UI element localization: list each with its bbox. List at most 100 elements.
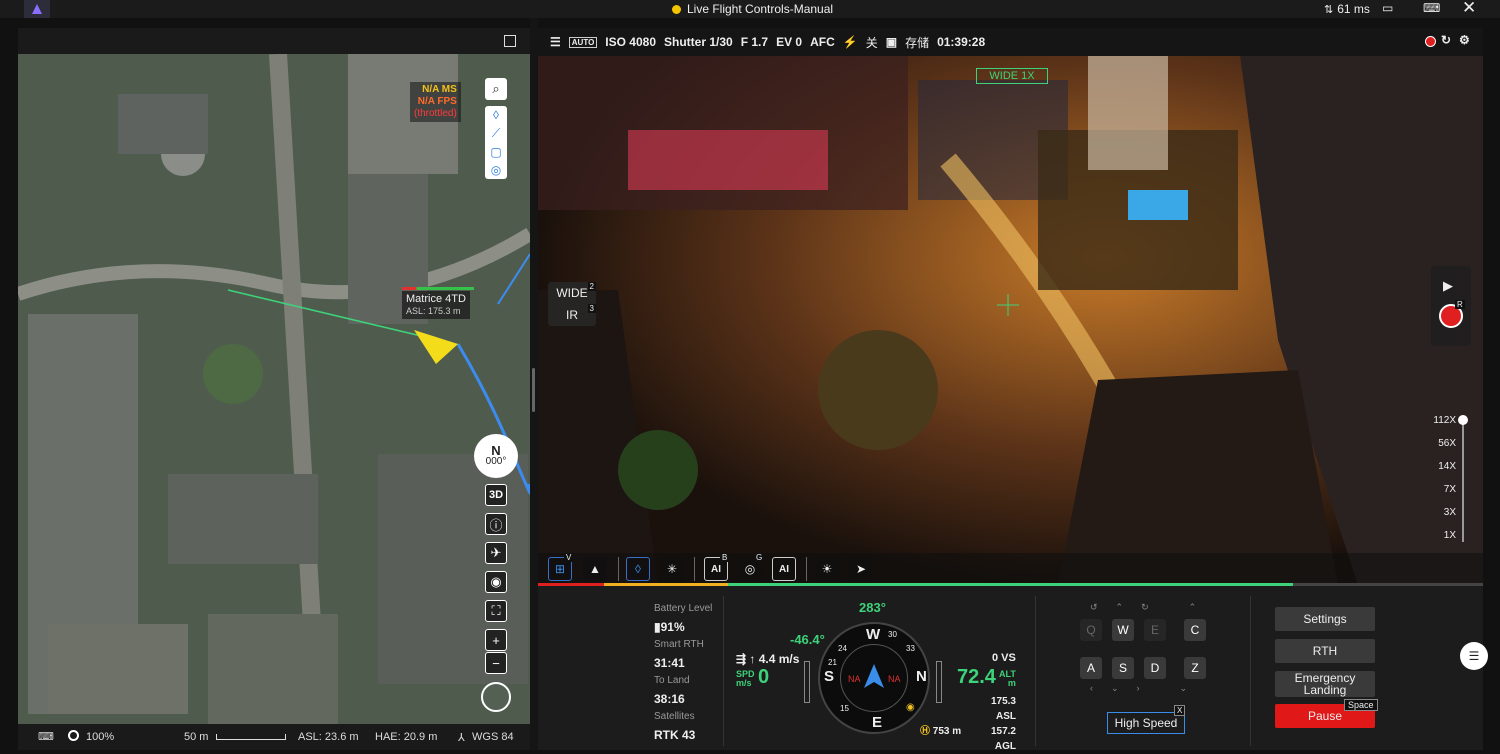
video-mode-icon[interactable]: ▶ <box>1443 278 1453 294</box>
map-fit-button[interactable]: ⛶ <box>485 600 507 622</box>
compass-s: S <box>824 668 835 685</box>
lens-selector: WIDE 2 IR 3 <box>548 282 596 326</box>
key-s[interactable]: S <box>1112 657 1134 679</box>
to-land-label: To Land <box>654 675 690 686</box>
gimbal-pitch: -46.4° <box>790 632 825 647</box>
sync-button[interactable]: ✳ <box>660 557 684 581</box>
settings-button[interactable]: Settings <box>1275 607 1375 631</box>
key-a[interactable]: A <box>1080 657 1102 679</box>
auto-mode[interactable]: AUTO <box>568 36 598 48</box>
map-3d-button[interactable]: 3D <box>485 484 507 506</box>
key-c[interactable]: C <box>1184 619 1206 641</box>
zoom-thumb[interactable] <box>1458 415 1468 425</box>
flash-icon[interactable]: ⚡ <box>843 35 858 49</box>
polygon-icon[interactable]: ▢ <box>490 145 501 159</box>
zoom-56x[interactable]: 56X <box>1426 438 1456 449</box>
home-distance: Ⓗ 753 m <box>920 722 961 737</box>
title-bar: Live Flight Controls-Manual ⇅ 61 ms ▭ ⌨ … <box>0 0 1500 18</box>
key-q[interactable]: Q <box>1080 619 1102 641</box>
gear-icon[interactable]: ⚙ <box>1459 33 1470 47</box>
map-search-button[interactable]: ⌕ <box>485 78 507 100</box>
satellite-map <box>18 54 530 724</box>
key-d[interactable]: D <box>1144 657 1166 679</box>
map-overlay-button[interactable]: ▲ <box>583 557 607 581</box>
map-compass[interactable]: N 000° <box>474 434 518 478</box>
lens-wide-button[interactable]: WIDE 2 <box>548 282 596 304</box>
aircraft-name: Matrice 4TD <box>406 293 466 305</box>
map-zoom-in-button[interactable]: + <box>485 629 507 651</box>
lens-ir-label: IR <box>566 308 578 322</box>
telemetry-panel: Battery Level ▮91% Smart RTH 31:41 To La… <box>538 586 1483 752</box>
refresh-icon[interactable]: ↻ <box>1441 33 1451 47</box>
map-status-bar: ⌨ 100% 50 m ASL: 23.6 m HAE: 20.9 m ⅄ WG… <box>18 724 530 750</box>
emergency-landing-button[interactable]: Emergency Landing <box>1275 671 1375 697</box>
compass-21: 21 <box>828 658 837 667</box>
opacity-icon[interactable] <box>68 730 79 741</box>
zoom-1x[interactable]: 1X <box>1426 530 1456 541</box>
record-time: 01:39:28 <box>937 35 986 49</box>
menu-icon[interactable]: ☰ <box>550 35 561 49</box>
polyline-icon[interactable]: ⟋ <box>492 126 500 141</box>
chat-icon[interactable]: ☰ <box>1460 642 1488 670</box>
flash-state: 关 <box>865 35 878 50</box>
keyboard-icon[interactable]: ⌨ <box>1423 1 1440 15</box>
pin-icon[interactable]: ◊ <box>493 108 499 122</box>
latency-value: 61 ms <box>1337 2 1370 16</box>
key-e[interactable]: E <box>1144 619 1166 641</box>
zoom-14x[interactable]: 14X <box>1426 461 1456 472</box>
map-layer-button[interactable] <box>481 682 511 712</box>
spd-value: 0 <box>758 666 770 688</box>
panel-divider[interactable] <box>530 18 538 750</box>
perf-ms: N/A MS <box>422 84 457 95</box>
key-w[interactable]: W <box>1112 619 1134 641</box>
zoom-7x[interactable]: 7X <box>1426 484 1456 495</box>
ai-screen-icon: AI <box>779 563 789 575</box>
key-z[interactable]: Z <box>1184 657 1206 679</box>
zoom-slider[interactable]: 112X 56X 14X 7X 3X 1X <box>1426 410 1470 550</box>
compass-e: E <box>872 714 883 731</box>
map-aircraft-button[interactable]: ✈ <box>485 542 507 564</box>
ev-value[interactable]: EV 0 <box>776 35 802 49</box>
zoom-112x[interactable]: 112X <box>1426 415 1456 426</box>
compass-n: N <box>916 668 927 685</box>
map-info-button[interactable]: ⓘ <box>485 513 507 535</box>
satellites-label: Satellites <box>654 711 695 722</box>
zoom-3x[interactable]: 3X <box>1426 507 1456 518</box>
circle-icon[interactable]: ◎ <box>491 163 501 177</box>
fstop-value[interactable]: F 1.7 <box>741 35 768 49</box>
map-zoom-out-button[interactable]: − <box>485 652 507 674</box>
map-view[interactable]: N/A MS N/A FPS (throttled) Matrice 4TD A… <box>18 54 530 724</box>
attitude-compass: W S N E 30 33 24 21 15 NA NA ◉ <box>818 622 930 734</box>
perf-fps: N/A FPS <box>417 96 457 107</box>
aircraft-asl: ASL: 175.3 m <box>406 306 461 316</box>
light-button[interactable]: ☀ <box>815 557 839 581</box>
aircraft-label[interactable]: Matrice 4TD ASL: 175.3 m <box>402 291 470 319</box>
focus-mode[interactable]: AFC <box>810 35 835 49</box>
close-icon[interactable]: ✕ <box>1462 0 1476 18</box>
compass-15: 15 <box>840 704 849 713</box>
app-icon[interactable] <box>24 0 50 18</box>
rec-indicator-icon <box>1425 36 1436 47</box>
aircraft-heading-icon <box>864 664 884 688</box>
lens-ir-button[interactable]: IR 3 <box>548 304 596 326</box>
home-icon: Ⓗ <box>920 726 933 737</box>
map-expand-icon[interactable] <box>504 35 516 47</box>
pin-point-button[interactable]: ◊ <box>626 557 650 581</box>
status-dot-icon <box>672 4 681 14</box>
rth-button[interactable]: RTH <box>1275 639 1375 663</box>
lens-ir-key: 3 <box>587 304 596 313</box>
locate-icon: ◉ <box>485 571 507 593</box>
flight-stats: Battery Level ▮91% Smart RTH 31:41 To La… <box>654 600 712 744</box>
info-icon: ⓘ <box>485 513 507 535</box>
keyboard-icon[interactable]: ⌨ <box>38 730 54 743</box>
shutter-value[interactable]: Shutter 1/30 <box>664 35 733 49</box>
nav-button[interactable]: ➤ <box>849 557 873 581</box>
asl-value: 175.3 ASL <box>990 696 1016 722</box>
map-locate-button[interactable]: ◉ <box>485 571 507 593</box>
wide-frame-label: WIDE 1X <box>976 68 1048 84</box>
screen-icon[interactable]: ▭ <box>1382 1 1393 15</box>
ai-screen-button[interactable]: AI <box>772 557 796 581</box>
camera-view[interactable]: WIDE 1X WIDE 2 IR 3 ▶ R 112X 56X 14X 7X … <box>538 40 1483 585</box>
iso-value[interactable]: ISO 4080 <box>605 35 656 49</box>
ai-key: B <box>720 553 730 562</box>
